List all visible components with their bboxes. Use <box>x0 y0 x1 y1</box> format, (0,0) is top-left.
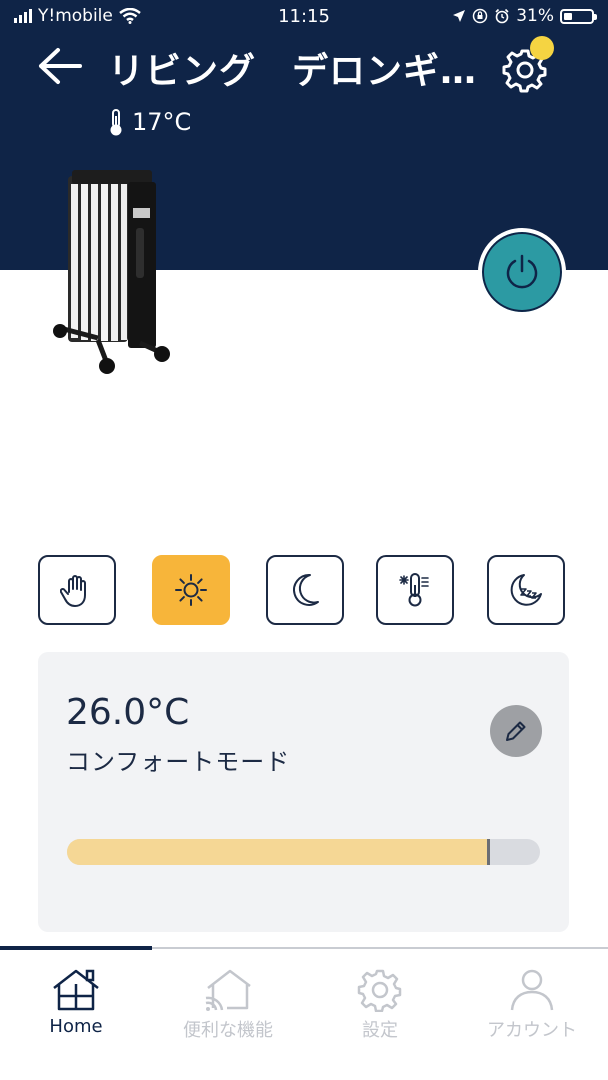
notification-dot <box>530 36 554 60</box>
mode-eco-button[interactable] <box>266 555 344 625</box>
page-title: リビング デロンギ… <box>108 42 477 94</box>
heater-image <box>53 170 170 374</box>
nav-settings-label: 設定 <box>362 1020 398 1041</box>
nav-home-label: Home <box>49 1016 103 1037</box>
alarm-icon <box>495 8 509 24</box>
room-name: リビング <box>108 51 257 92</box>
nav-account-label: アカウント <box>487 1020 577 1041</box>
person-icon <box>510 969 554 1011</box>
rotation-lock-icon <box>472 8 488 24</box>
nav-smart-features[interactable]: 便利な機能 <box>152 960 304 1050</box>
pencil-icon <box>506 721 526 741</box>
nav-settings[interactable]: 設定 <box>304 960 456 1050</box>
nav-smart-features-label: 便利な機能 <box>183 1020 273 1041</box>
tab-indicator-active <box>0 946 152 950</box>
thermometer-snow-icon <box>399 573 429 607</box>
moon-icon <box>293 573 319 606</box>
smart-home-icon <box>205 969 251 1011</box>
mode-selector <box>38 555 570 627</box>
mode-comfort-button[interactable] <box>152 555 230 625</box>
arrow-left-icon[interactable] <box>38 46 84 86</box>
device-name: デロンギ… <box>292 51 478 92</box>
temperature-slider[interactable] <box>67 839 540 865</box>
nav-account[interactable]: アカウント <box>456 960 608 1050</box>
setpoint-card: 26.0°C コンフォートモード <box>38 652 569 932</box>
gear-icon <box>357 969 402 1012</box>
power-button[interactable] <box>478 228 566 316</box>
location-icon <box>453 10 466 22</box>
setpoint-temperature: 26.0°C <box>66 692 190 733</box>
room-temperature: 17°C <box>108 108 191 136</box>
mode-antifreeze-button[interactable] <box>376 555 454 625</box>
hand-icon <box>60 575 86 607</box>
status-bar: Y!mobile 11:15 31% <box>0 0 608 34</box>
edit-button[interactable] <box>490 705 542 757</box>
battery-level <box>564 12 572 20</box>
nav-home[interactable]: Home <box>0 960 152 1050</box>
battery-icon <box>560 8 597 24</box>
thermometer-icon <box>110 109 122 136</box>
power-icon <box>506 254 538 289</box>
tab-indicator-line <box>0 946 608 950</box>
bottom-nav: Home 便利な機能 設定 アカウント <box>0 960 608 1080</box>
home-icon <box>53 969 99 1011</box>
mode-manual-button[interactable] <box>38 555 116 625</box>
mode-label: コンフォートモード <box>66 748 291 776</box>
sun-icon <box>175 574 207 606</box>
battery-percent: 31% <box>516 6 554 26</box>
temperature-slider-handle[interactable] <box>487 839 490 865</box>
mode-sleep-button[interactable] <box>487 555 565 625</box>
sleep-icon <box>510 574 542 606</box>
temperature-slider-fill <box>67 839 488 865</box>
current-temperature: 17°C <box>132 108 192 136</box>
